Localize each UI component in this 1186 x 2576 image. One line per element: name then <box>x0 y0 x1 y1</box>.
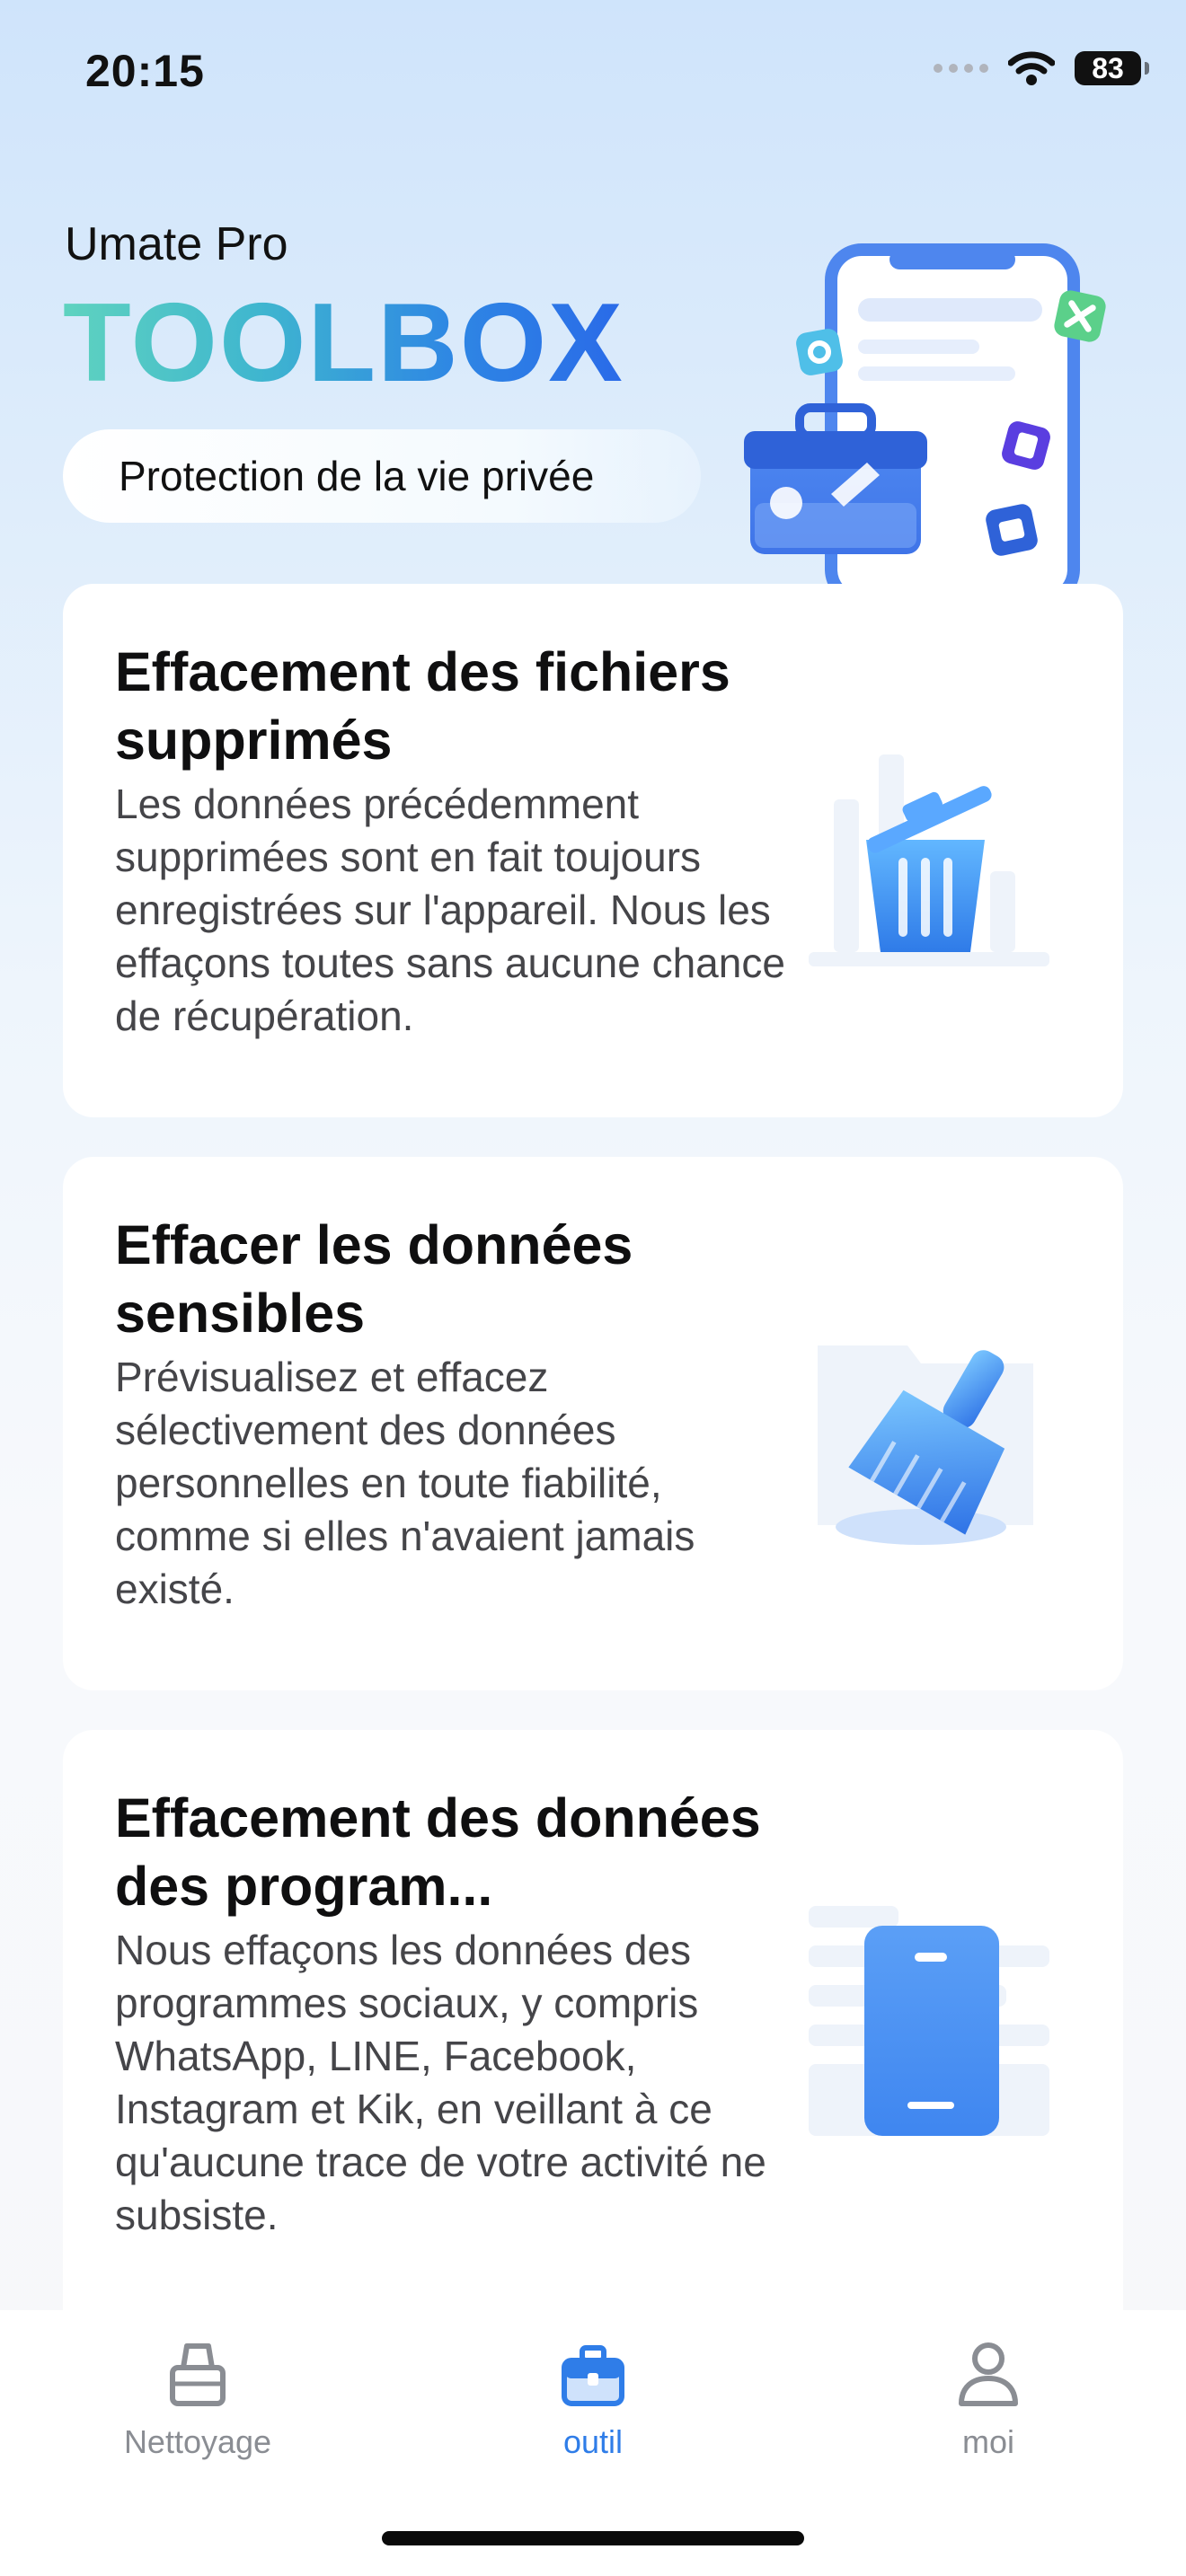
card-title: Effacement des fichiers supprimés <box>115 641 730 771</box>
broom-icon <box>818 1345 1033 1545</box>
toolbox-icon <box>562 2345 624 2406</box>
trash-bin-icon <box>809 754 1049 966</box>
privacy-protection-button[interactable]: Protection de la vie privée <box>63 429 701 523</box>
cellular-signal-icon <box>934 64 988 73</box>
cleaning-box-icon <box>170 2343 226 2406</box>
tab-label: Nettoyage <box>123 2423 272 2460</box>
card-title: Effacement des données des program... <box>115 1787 761 1917</box>
card-description: Les données précédemment supprimées sont… <box>115 781 785 1039</box>
tab-label: outil <box>562 2423 624 2460</box>
tab-label: moi <box>961 2423 1014 2460</box>
card-description: Nous effaçons les données des programmes… <box>115 1927 766 2238</box>
phone-icon <box>809 1906 1049 2136</box>
card-sensitive-data-erase[interactable]: Effacer les données sensibles Prévisuali… <box>63 1157 1123 1690</box>
status-time: 20:15 <box>85 46 205 96</box>
toolbox-phone-illustration <box>744 243 1106 586</box>
status-indicators: 83 <box>934 50 1149 86</box>
card-title: Effacer les données sensibles <box>115 1214 633 1344</box>
brand-name: Umate Pro <box>65 218 288 270</box>
card-app-data-erase[interactable]: Effacement des données des program... No… <box>63 1730 1123 2310</box>
wifi-icon <box>1008 51 1055 85</box>
tab-moi[interactable]: moi <box>854 2337 1123 2461</box>
tab-nettoyage[interactable]: Nettoyage <box>63 2337 332 2461</box>
battery-indicator: 83 <box>1075 51 1149 85</box>
tab-outil[interactable]: outil <box>458 2337 728 2461</box>
home-indicator[interactable] <box>382 2531 804 2545</box>
person-icon <box>959 2342 1018 2406</box>
privacy-protection-label: Protection de la vie privée <box>119 453 595 499</box>
card-deleted-files-erase[interactable]: Effacement des fichiers supprimés Les do… <box>63 584 1123 1117</box>
card-description: Prévisualisez et effacez sélectivement d… <box>115 1354 695 1612</box>
page-title: TOOLBOX <box>63 281 624 405</box>
